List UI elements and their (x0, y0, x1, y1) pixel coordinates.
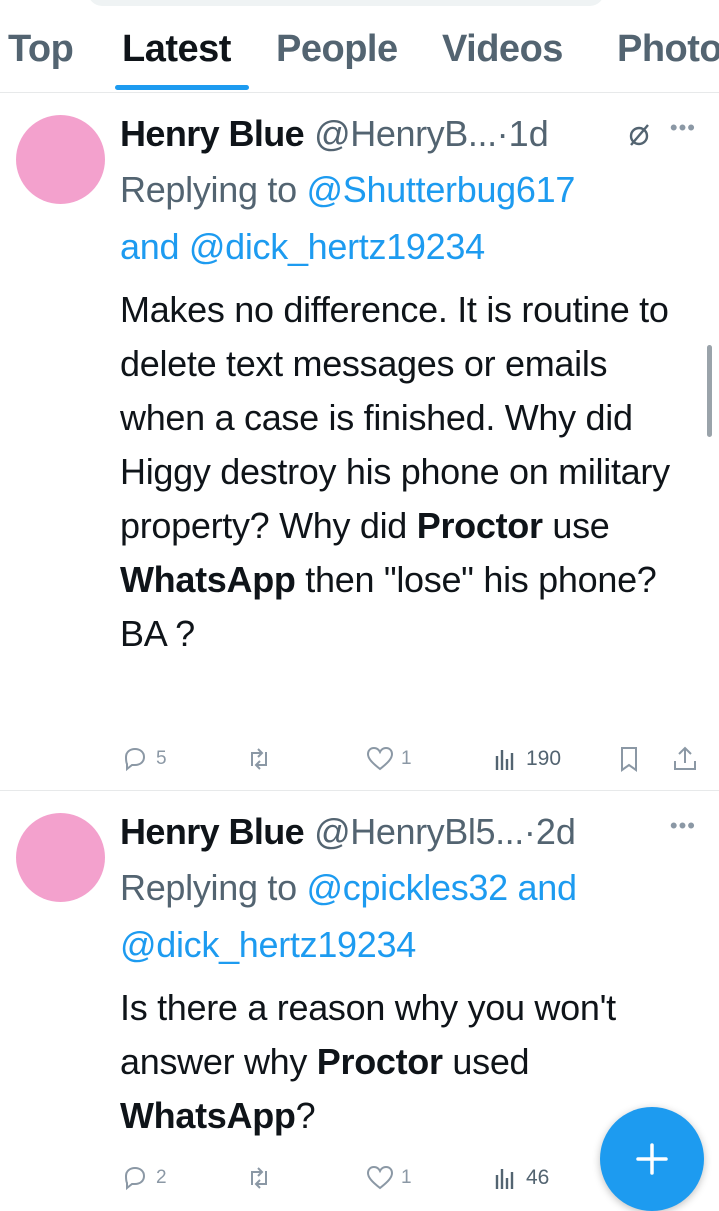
scrollbar[interactable] (707, 345, 712, 437)
replying-to-label: Replying to (120, 867, 297, 908)
replying-to: Replying to @cpickles32 and @dick_hertz1… (120, 859, 700, 973)
mention-and[interactable]: and (120, 226, 179, 267)
active-tab-indicator (115, 85, 249, 90)
views-button[interactable]: 190 (490, 739, 561, 779)
author-name[interactable]: Henry Blue (120, 113, 305, 154)
like-count: 1 (401, 748, 412, 769)
tab-top[interactable]: Top (8, 28, 74, 71)
tab-photos[interactable]: Photos (617, 28, 719, 71)
text-segment: use (542, 505, 610, 546)
highlighted-term: Proctor (416, 505, 543, 546)
share-icon (674, 746, 696, 770)
views-button[interactable]: 46 (490, 1158, 549, 1198)
more-options-icon[interactable]: ••• (670, 807, 696, 845)
compose-button[interactable] (600, 1107, 704, 1211)
mention-and[interactable]: and (518, 867, 577, 908)
analytics-icon (495, 750, 514, 770)
bookmark-icon (621, 747, 637, 772)
author-name[interactable]: Henry Blue (120, 811, 305, 852)
retweet-button[interactable] (244, 739, 280, 779)
author-handle[interactable]: @HenryB... (314, 113, 497, 154)
muted-icon (629, 124, 649, 146)
tab-videos[interactable]: Videos (442, 28, 563, 71)
mention-link[interactable]: @Shutterbug617 (307, 169, 576, 210)
tweet-content: Henry Blue @HenryB...·1d ••• Replying to… (120, 109, 700, 661)
bookmark-button[interactable] (614, 739, 644, 779)
analytics-icon (495, 1169, 514, 1189)
avatar[interactable] (16, 115, 105, 204)
heart-icon (366, 746, 394, 771)
view-count: 46 (526, 1166, 550, 1189)
tweet-content: Henry Blue @HenryBl5...·2d ••• Replying … (120, 807, 700, 1143)
replying-to-label: Replying to (120, 169, 297, 210)
like-count: 1 (401, 1167, 412, 1188)
timestamp[interactable]: 1d (509, 113, 549, 154)
search-tabs: Top Latest People Videos Photos (0, 0, 719, 93)
reply-button[interactable]: 2 (120, 1158, 167, 1198)
tweet-header: Henry Blue @HenryB...·1d ••• (120, 109, 700, 159)
replying-to: Replying to @Shutterbug617 and @dick_her… (120, 161, 700, 275)
more-options-icon[interactable]: ••• (670, 109, 696, 147)
tweet-header: Henry Blue @HenryBl5...·2d ••• (120, 807, 700, 857)
tab-people[interactable]: People (276, 28, 398, 71)
highlighted-term: Proctor (316, 1041, 443, 1082)
retweet-icon (251, 1167, 267, 1189)
like-button[interactable]: 1 (365, 1158, 412, 1198)
text-segment: ? (295, 1095, 316, 1136)
text-segment: used (442, 1041, 530, 1082)
tweet[interactable]: Henry Blue @HenryB...·1d ••• Replying to… (0, 93, 719, 791)
author-handle[interactable]: @HenryBl5... (314, 811, 524, 852)
separator-dot: · (496, 113, 509, 154)
share-button[interactable] (670, 739, 700, 779)
mention-link[interactable]: @cpickles32 (307, 867, 509, 908)
tweet-actions: 5 1 190 (120, 739, 700, 779)
retweet-button[interactable] (244, 1158, 280, 1198)
reply-count: 2 (156, 1167, 167, 1188)
highlighted-term: WhatsApp (120, 1095, 296, 1136)
retweet-icon (251, 748, 267, 770)
view-count: 190 (526, 747, 562, 770)
timestamp[interactable]: 2d (536, 811, 576, 852)
avatar[interactable] (16, 813, 105, 902)
mention-link[interactable]: @dick_hertz19234 (120, 924, 416, 965)
tweet-text: Is there a reason why you won't answer w… (120, 981, 700, 1143)
plus-icon (636, 1143, 668, 1175)
reply-icon (124, 1166, 146, 1191)
like-button[interactable]: 1 (365, 739, 412, 779)
tab-latest[interactable]: Latest (122, 28, 231, 71)
reply-button[interactable]: 5 (120, 739, 167, 779)
separator-dot: · (523, 811, 536, 852)
reply-count: 5 (156, 748, 167, 769)
heart-icon (366, 1165, 394, 1190)
mention-link[interactable]: @dick_hertz19234 (189, 226, 485, 267)
reply-icon (124, 747, 146, 772)
highlighted-term: WhatsApp (120, 559, 296, 600)
tweet-text: Makes no difference. It is routine to de… (120, 283, 700, 661)
